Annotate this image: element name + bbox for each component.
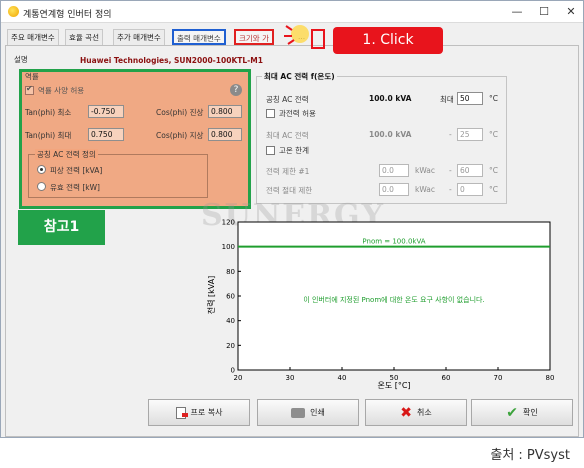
abs-limit-temp-unit: °C: [489, 185, 498, 194]
click-sparkle-icon: [284, 25, 325, 49]
ok-button[interactable]: ✔ 확인: [471, 399, 573, 426]
max-ac-value: 100.0 kVA: [369, 130, 412, 139]
print-button[interactable]: 인쇄: [257, 399, 359, 426]
help-icon[interactable]: ?: [230, 84, 242, 96]
app-icon: [8, 6, 19, 17]
cosphi-lead-label: Cos(phi) 진상: [156, 108, 204, 117]
limit1-unit: kWac: [415, 166, 435, 175]
max-temp-input[interactable]: 50: [457, 92, 483, 105]
click-instruction-badge: 1. Click: [333, 27, 443, 54]
x-tick-label: 60: [442, 374, 451, 382]
max-ac-power-group: 최대 AC 전력 f(온도) 공칭 AC 전력 100.0 kVA 최대 50 …: [256, 71, 507, 204]
x-tick-label: 70: [494, 374, 503, 382]
x-tick-label: 40: [338, 374, 347, 382]
max-temp-unit: °C: [489, 94, 498, 103]
checkmark-icon: ✔: [506, 404, 518, 421]
document-icon: [175, 406, 188, 419]
maximize-button[interactable]: ☐: [531, 4, 557, 20]
cosphi-lag-input[interactable]: 0.800: [208, 128, 242, 141]
high-temp-label: 고온 한계: [279, 146, 309, 155]
allow-reactive-label: 역률 사양 허용: [38, 86, 85, 95]
reactive-power-highlight: 역률 ✔ 역률 사양 허용 ? Tan(phi) 최소 -0.750 Cos(p…: [19, 69, 251, 209]
active-power-label: 유효 전력 [kW]: [50, 183, 100, 192]
y-tick-label: 100: [222, 243, 235, 251]
cancel-button[interactable]: ✖ 취소: [365, 399, 467, 426]
apparent-power-radio[interactable]: [37, 165, 46, 174]
y-tick-label: 120: [222, 219, 235, 227]
max-ac-dash: -: [449, 130, 452, 139]
allow-reactive-checkbox[interactable]: ✔: [25, 84, 34, 95]
max-ac-label: 최대 AC 전력: [266, 131, 309, 140]
x-tick-label: 30: [286, 374, 295, 382]
chart-annotation: 이 인버터에 지정된 Pnom에 대한 온도 요구 사항이 없습니다.: [303, 295, 484, 304]
cosphi-lead-input[interactable]: 0.800: [208, 105, 242, 118]
tab-efficiency-curve[interactable]: 효율 곡선: [65, 29, 103, 45]
active-power-radio[interactable]: [37, 182, 46, 191]
tab-output-params[interactable]: 출력 매개변수: [172, 29, 226, 45]
abs-limit-unit: kWac: [415, 185, 435, 194]
tanphi-min-label: Tan(phi) 최소: [25, 108, 72, 117]
apparent-power-label: 피상 전력 [kVA]: [50, 166, 103, 175]
series-label: Pnom = 100.0kVA: [362, 238, 425, 246]
nominal-ac-label: 공칭 AC 전력: [266, 95, 309, 104]
x-tick-label: 80: [546, 374, 555, 382]
print-label: 인쇄: [310, 408, 325, 417]
limit1-input[interactable]: 0.0: [379, 164, 409, 177]
overpower-checkbox[interactable]: [266, 109, 275, 118]
limit1-label: 전력 제한 #1: [266, 167, 310, 176]
y-tick-label: 80: [226, 268, 235, 276]
overpower-label: 과전력 허용: [279, 109, 316, 118]
y-tick-label: 20: [226, 342, 235, 350]
inverter-model: Huawei Technologies, SUN2000-100KTL-M1: [80, 56, 263, 65]
ok-label: 확인: [523, 408, 538, 417]
limit1-temp-input[interactable]: 60: [457, 164, 483, 177]
limit1-dash: -: [449, 166, 452, 175]
close-button[interactable]: ✕: [558, 4, 584, 20]
y-tick-label: 0: [231, 367, 235, 375]
max-temp-label: 최대: [440, 95, 454, 104]
abs-limit-dash: -: [449, 185, 452, 194]
minimize-button[interactable]: —: [504, 4, 530, 20]
source-caption: 출처 : PVsyst: [490, 448, 570, 463]
cosphi-lag-label: Cos(phi) 지상: [156, 131, 204, 140]
nominal-ac-group: 공칭 AC 전력 정의 피상 전력 [kVA] 유효 전력 [kW]: [28, 149, 208, 198]
description-label: 설명: [14, 55, 28, 64]
abs-limit-label: 전력 절대 제한: [266, 186, 313, 195]
high-temp-checkbox[interactable]: [266, 146, 275, 155]
tanphi-min-input[interactable]: -0.750: [88, 105, 124, 118]
cancel-label: 취소: [417, 408, 432, 417]
tab-main-params[interactable]: 주요 매개변수: [7, 29, 59, 45]
printer-icon: [291, 407, 306, 418]
max-ac-temp-input[interactable]: 25: [457, 128, 483, 141]
x-tick-label: 20: [234, 374, 243, 382]
max-ac-power-title: 최대 AC 전력 f(온도): [262, 71, 337, 82]
abs-limit-temp-input[interactable]: 0: [457, 183, 483, 196]
cancel-x-icon: ✖: [400, 404, 412, 421]
y-tick-label: 60: [226, 293, 235, 301]
max-ac-temp-unit: °C: [489, 130, 498, 139]
window-title: 계통연계형 인버터 정의: [23, 10, 112, 20]
limit1-temp-unit: °C: [489, 166, 498, 175]
copy-label: 프로 복사: [190, 408, 223, 417]
nominal-ac-value: 100.0 kVA: [369, 94, 412, 103]
y-tick-label: 40: [226, 317, 235, 325]
tab-additional-params[interactable]: 추가 매개변수: [113, 29, 165, 45]
power-temperature-chart: 20 30 40 50 60 70 80020406080100120 Pnom = 100…: [206, 219, 555, 391]
abs-limit-input[interactable]: 0.0: [379, 183, 409, 196]
y-axis-label: 전력 [kVA]: [206, 276, 216, 315]
reactive-section-title: 역률: [25, 72, 39, 81]
reference-badge: 참고1: [18, 210, 105, 245]
x-axis-label: 온도 [°C]: [377, 381, 410, 390]
copy-button[interactable]: 프로 복사: [148, 399, 250, 426]
nominal-ac-group-title: 공칭 AC 전력 정의: [35, 149, 98, 160]
tanphi-max-label: Tan(phi) 최대: [25, 131, 72, 140]
tanphi-max-input[interactable]: 0.750: [88, 128, 124, 141]
